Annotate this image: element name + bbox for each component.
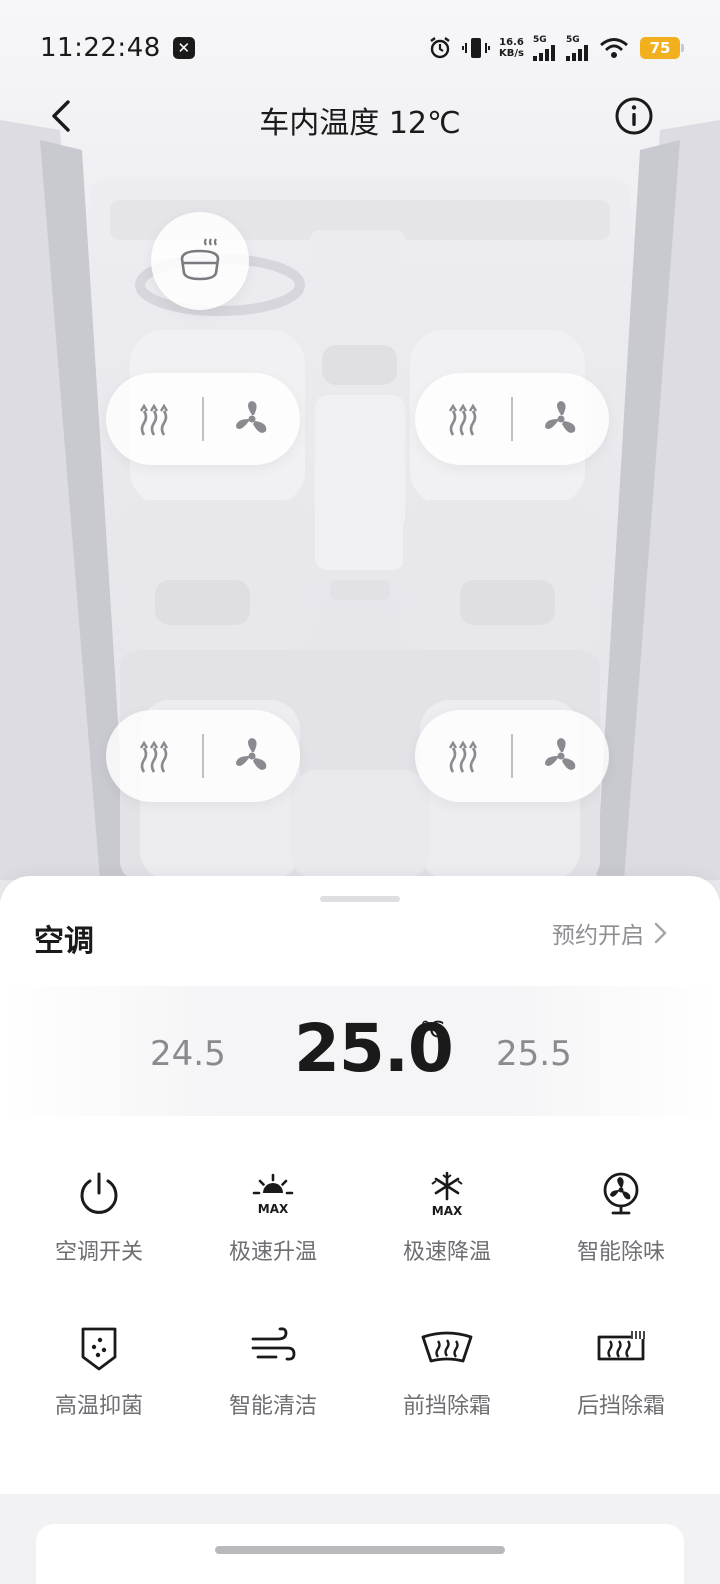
smart-deodorize-button[interactable]: 智能除味 xyxy=(534,1166,708,1266)
rear-left-seat-heat-button[interactable] xyxy=(106,710,202,802)
steering-wheel-heat-button[interactable] xyxy=(151,212,249,310)
smart-deodorize-label: 智能除味 xyxy=(576,1240,665,1265)
cell-signal-1: 5G xyxy=(533,34,557,61)
info-button[interactable] xyxy=(614,96,654,136)
temperature-lower-option[interactable]: 24.5 xyxy=(150,1034,226,1074)
high-temp-sterilize-button[interactable]: 高温抑菌 xyxy=(12,1320,186,1420)
svg-text:MAX: MAX xyxy=(432,1204,463,1218)
vibrate-icon xyxy=(462,38,491,58)
bottom-section xyxy=(0,1494,720,1584)
fan-icon xyxy=(236,401,267,433)
front-right-seat-controls xyxy=(415,373,609,465)
fan-icon xyxy=(545,401,576,433)
ac-power-button[interactable]: 空调开关 xyxy=(12,1166,186,1266)
rapid-heat-button[interactable]: MAX 极速升温 xyxy=(186,1166,360,1266)
signal-bars-icon xyxy=(566,44,588,61)
front-defrost-button[interactable]: 前挡除霜 xyxy=(360,1320,534,1420)
rear-defrost-button[interactable]: 后挡除霜 xyxy=(534,1320,708,1420)
sun-max-icon: MAX xyxy=(252,1173,294,1216)
rear-left-seat-controls xyxy=(106,710,300,802)
rear-defrost-icon xyxy=(597,1329,645,1361)
high-temp-sterilize-label: 高温抑菌 xyxy=(54,1394,143,1419)
front-left-seat-ventilation-button[interactable] xyxy=(204,373,300,465)
signal-bars-icon xyxy=(533,44,555,61)
page-title: 车内温度 12℃ xyxy=(259,106,461,141)
climate-function-grid: 空调开关 MAX 极速升温 MAX 极速降温 智能除味 高温抑菌 智能清洁 前挡… xyxy=(0,1166,720,1420)
temperature-unit: ℃ xyxy=(420,1018,445,1043)
front-right-seat-ventilation-button[interactable] xyxy=(513,373,609,465)
smart-clean-label: 智能清洁 xyxy=(228,1394,317,1419)
rear-left-seat-ventilation-button[interactable] xyxy=(204,710,300,802)
front-defrost-label: 前挡除霜 xyxy=(402,1394,491,1419)
page-header: 车内温度 12℃ xyxy=(0,80,720,152)
sheet-title: 空调 xyxy=(34,924,94,959)
alarm-icon xyxy=(430,37,450,59)
steering-wheel-heat-icon xyxy=(180,238,220,281)
rapid-cool-label: 极速降温 xyxy=(402,1240,491,1265)
ac-power-label: 空调开关 xyxy=(54,1240,143,1265)
climate-control-sheet: 空调 预约开启 24.5 25.0 ℃ 25.5 空调开关 MAX 极速升温 M… xyxy=(0,876,720,1584)
rapid-heat-label: 极速升温 xyxy=(228,1240,317,1265)
smart-clean-button[interactable]: 智能清洁 xyxy=(186,1320,360,1420)
car-interior-view: 11:22:48 ✕ 16.6 KB/s 5G 5G 75 车内温度 12℃ xyxy=(0,0,720,900)
front-left-seat-heat-button[interactable] xyxy=(106,373,202,465)
rear-right-seat-ventilation-button[interactable] xyxy=(513,710,609,802)
power-icon xyxy=(80,1172,118,1214)
network-speed: 16.6 KB/s xyxy=(499,37,524,59)
wind-icon xyxy=(251,1327,296,1361)
front-left-seat-controls xyxy=(106,373,300,465)
schedule-start-label: 预约开启 xyxy=(552,923,644,949)
signal-1-label: 5G xyxy=(533,34,547,45)
chevron-right-icon xyxy=(654,922,667,944)
seat-heat-icon xyxy=(448,740,478,773)
rear-right-seat-heat-button[interactable] xyxy=(415,710,511,802)
rapid-cool-button[interactable]: MAX 极速降温 xyxy=(360,1166,534,1266)
temperature-higher-option[interactable]: 25.5 xyxy=(496,1034,572,1074)
schedule-start-link[interactable]: 预约开启 xyxy=(552,916,668,950)
seat-heat-icon xyxy=(139,740,169,773)
signal-2-label: 5G xyxy=(566,34,580,45)
seat-heat-icon xyxy=(139,403,169,436)
home-indicator[interactable] xyxy=(215,1546,505,1554)
shield-dots-icon xyxy=(81,1327,117,1371)
app-notification-icon: ✕ xyxy=(172,37,195,59)
network-speed-unit: KB/s xyxy=(499,48,524,59)
fan-icon xyxy=(545,738,576,770)
fan-odor-icon xyxy=(603,1172,639,1215)
fan-icon xyxy=(236,738,267,770)
battery-indicator: 75 xyxy=(640,37,684,59)
snowflake-max-icon: MAX xyxy=(431,1171,463,1218)
status-time: 11:22:48 xyxy=(40,33,161,63)
network-speed-value: 16.6 xyxy=(499,37,524,48)
sheet-drag-handle[interactable] xyxy=(320,896,400,902)
wifi-icon xyxy=(600,38,628,58)
next-card xyxy=(36,1524,684,1584)
front-right-seat-heat-button[interactable] xyxy=(415,373,511,465)
svg-text:MAX: MAX xyxy=(258,1202,289,1216)
rear-defrost-label: 后挡除霜 xyxy=(576,1394,665,1419)
seat-heat-icon xyxy=(448,403,478,436)
cell-signal-2: 5G xyxy=(566,34,590,61)
rear-right-seat-controls xyxy=(415,710,609,802)
temperature-picker[interactable]: 24.5 25.0 ℃ 25.5 xyxy=(0,986,720,1116)
front-defrost-icon xyxy=(421,1331,473,1363)
